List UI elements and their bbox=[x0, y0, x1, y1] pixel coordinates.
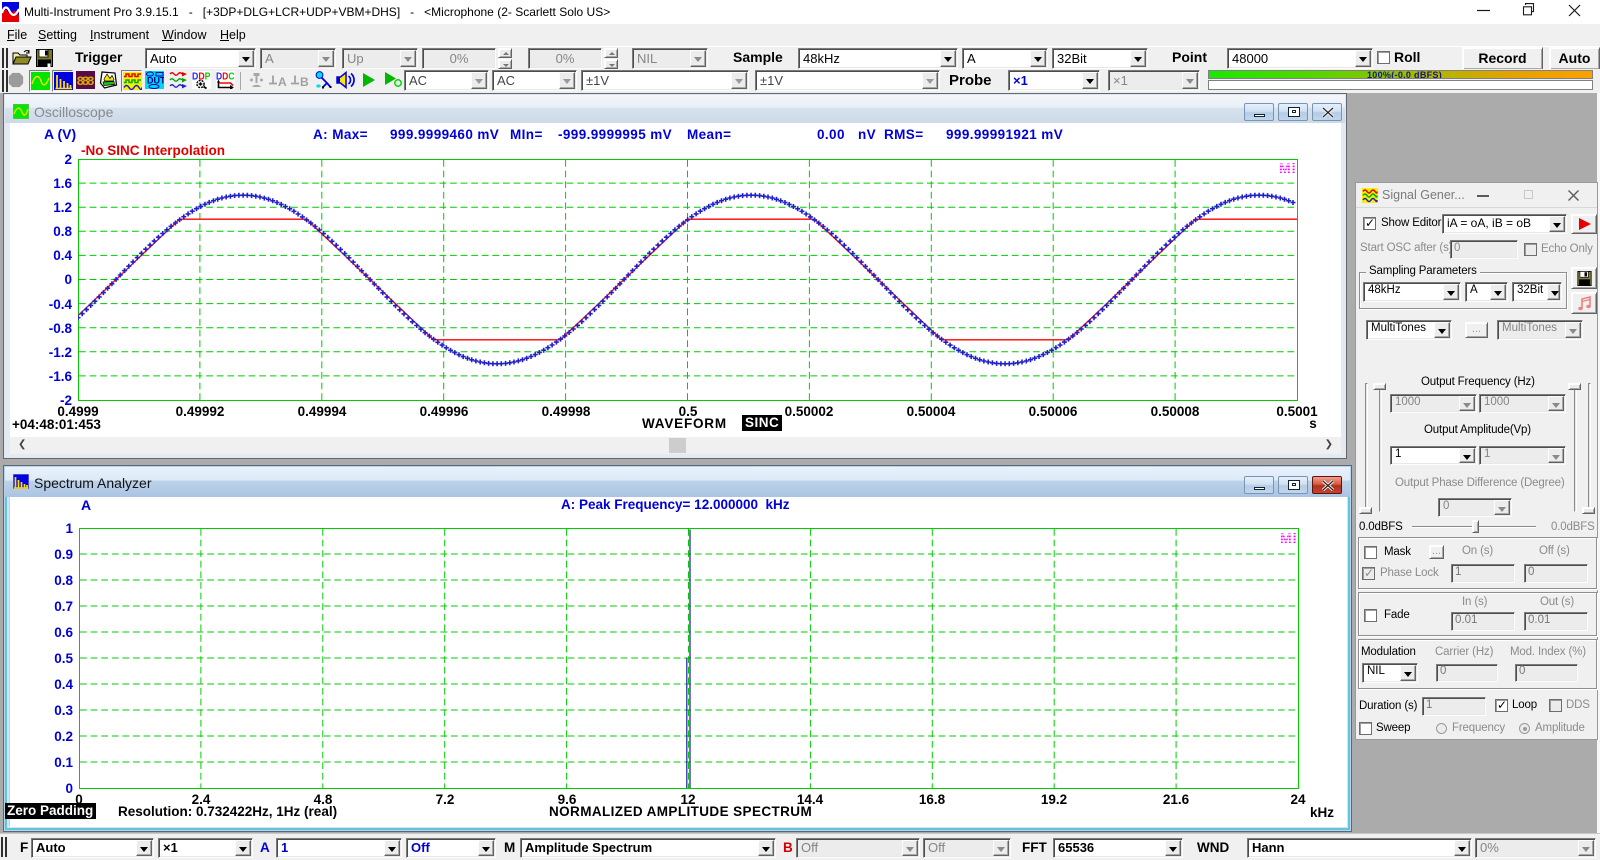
svg-text:B: B bbox=[300, 75, 309, 89]
svg-text:DUT: DUT bbox=[147, 76, 164, 86]
svg-text:888: 888 bbox=[77, 74, 95, 89]
svg-text:DDP: DDP bbox=[192, 72, 211, 83]
svg-text:A: A bbox=[278, 75, 287, 89]
